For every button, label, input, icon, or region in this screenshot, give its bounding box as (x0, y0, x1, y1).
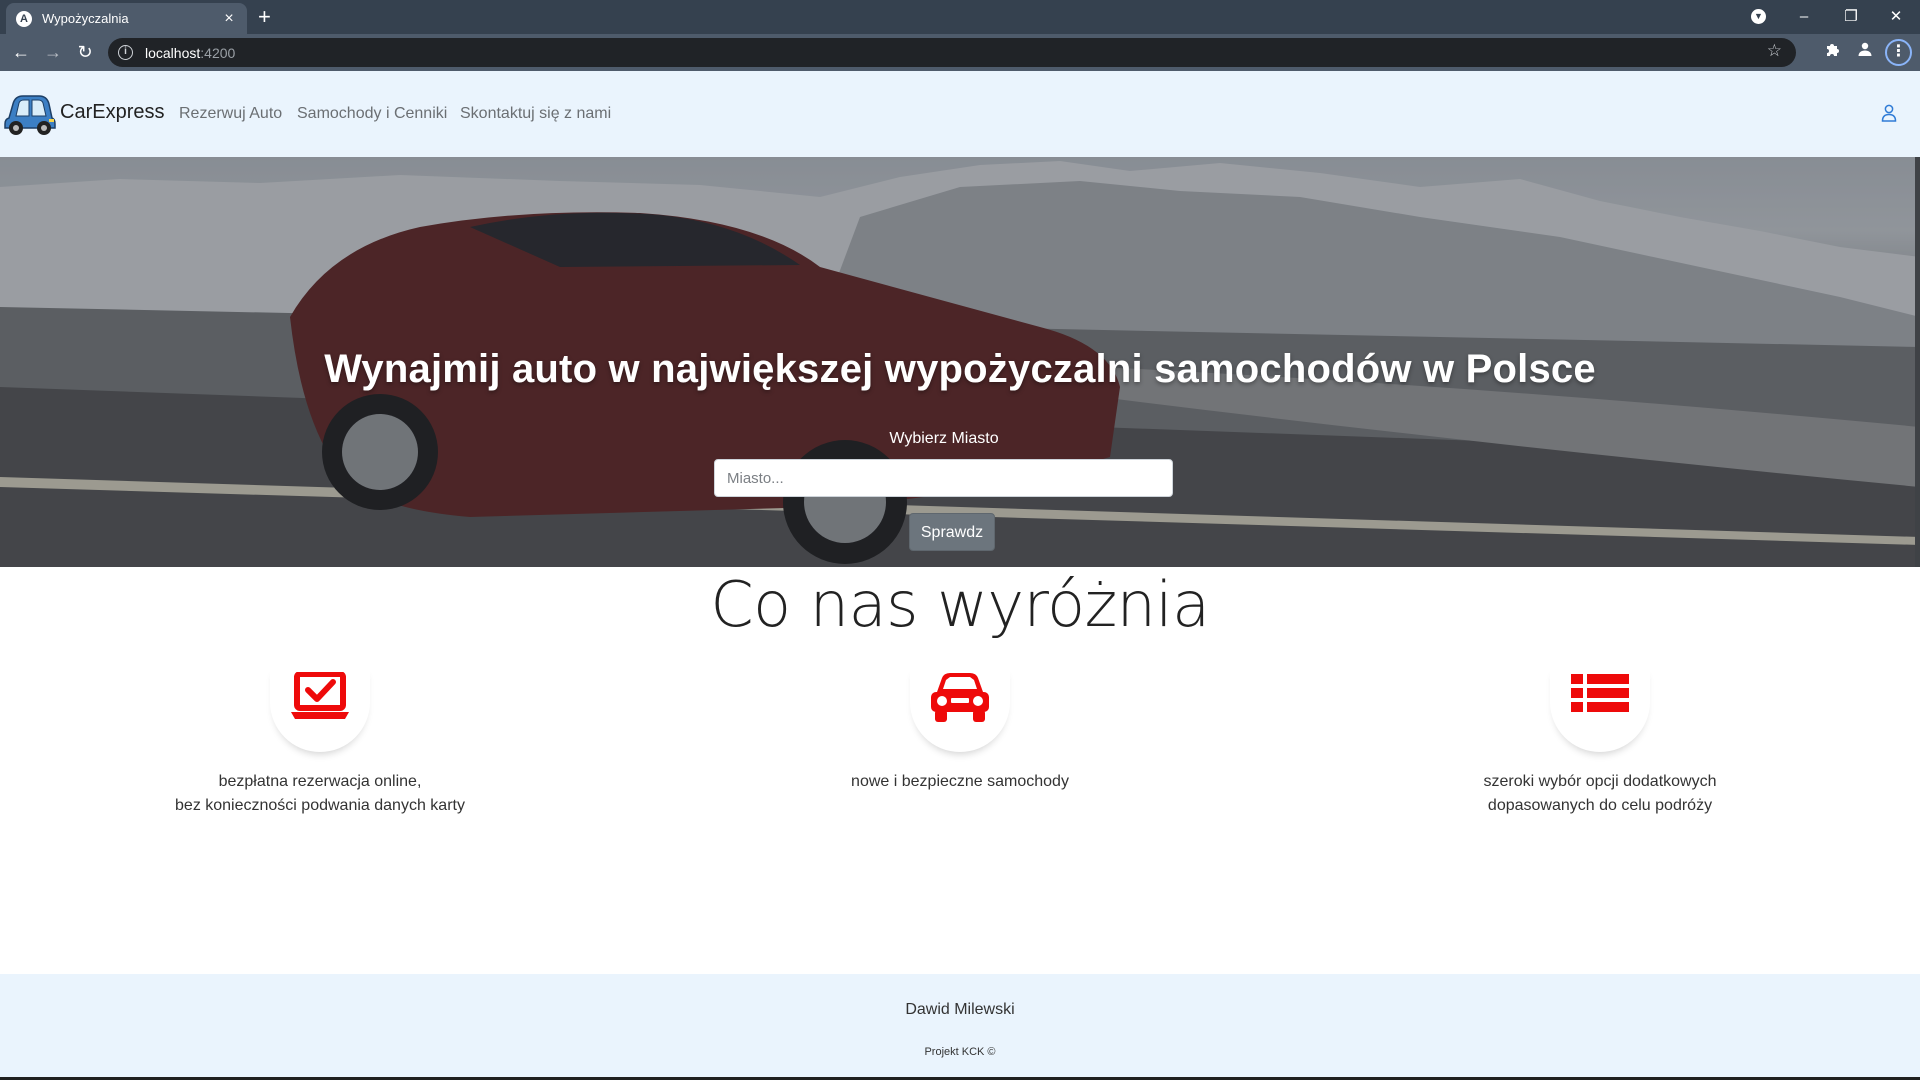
user-icon[interactable] (1881, 104, 1897, 122)
site-info-icon[interactable]: i (118, 45, 133, 60)
city-label: Wybierz Miasto (889, 430, 999, 447)
close-window-icon[interactable]: ✕ (1883, 4, 1909, 30)
restore-icon[interactable]: ❐ (1838, 4, 1864, 30)
feature-extra-options: szeroki wybór opcji dodatkowych dopasowa… (1380, 666, 1820, 818)
feature-line-1: nowe i bezpieczne samochody (851, 773, 1069, 790)
feature-new-cars: nowe i bezpieczne samochody (740, 666, 1180, 794)
feature-text: nowe i bezpieczne samochody (740, 770, 1180, 794)
feature-line-1: bezpłatna rezerwacja online, (218, 773, 422, 790)
address-bar[interactable]: i localhost:4200 ☆ (108, 38, 1796, 67)
footer-author: Dawid Milewski (905, 1001, 1015, 1018)
angular-favicon-icon: A (16, 10, 32, 27)
features-title: Co nas wyróżnia (710, 568, 1210, 641)
feature-icon-circle (270, 666, 370, 752)
extensions-icon[interactable] (1821, 41, 1845, 65)
feature-icon-circle (1550, 666, 1650, 752)
brand-name[interactable]: CarExpress (60, 101, 164, 124)
browser-menu-icon[interactable]: ⋮ (1885, 39, 1912, 66)
hero-title: Wynajmij auto w największej wypożyczalni… (324, 347, 1596, 391)
profile-icon[interactable] (1853, 41, 1877, 65)
feature-online-booking: bezpłatna rezerwacja online, bez koniecz… (100, 666, 540, 818)
feature-text: szeroki wybór opcji dodatkowych dopasowa… (1380, 770, 1820, 818)
feature-line-2: bez konieczności podwania danych karty (175, 797, 465, 814)
nav-link-samochody[interactable]: Samochody i Cenniki (297, 105, 447, 123)
feature-text: bezpłatna rezerwacja online, bez koniecz… (100, 770, 540, 818)
browser-tabstrip: A Wypożyczalnia × + ▼ – ❐ ✕ (0, 0, 1920, 34)
url-port: :4200 (200, 44, 236, 61)
minimize-icon[interactable]: – (1791, 4, 1817, 30)
list-icon (1571, 674, 1629, 712)
url-host: localhost (145, 44, 201, 61)
close-tab-icon[interactable]: × (221, 10, 237, 28)
feature-line-1: szeroki wybór opcji dodatkowych (1483, 773, 1717, 790)
back-icon[interactable]: ← (8, 39, 34, 65)
browser-tab[interactable]: A Wypożyczalnia × (6, 3, 247, 34)
tab-title: Wypożyczalnia (42, 11, 129, 26)
nav-link-rezerwuj[interactable]: Rezerwuj Auto (179, 105, 282, 123)
reload-icon[interactable]: ↻ (72, 39, 98, 65)
footer: Dawid Milewski Projekt KCK © (0, 974, 1920, 1080)
check-button[interactable]: Sprawdz (909, 513, 995, 551)
forward-icon[interactable]: → (40, 39, 66, 65)
new-tab-icon[interactable]: + (258, 5, 271, 29)
feature-icon-circle (910, 666, 1010, 752)
bookmark-star-icon[interactable]: ☆ (1767, 41, 1782, 61)
browser-toolbar: ← → ↻ i localhost:4200 ☆ (0, 34, 1920, 71)
laptop-check-icon (291, 672, 349, 719)
feature-line-2: dopasowanych do celu podróży (1487, 797, 1713, 814)
tab-search-icon[interactable]: ▼ (1751, 9, 1766, 24)
hero-banner: Wynajmij auto w największej wypożyczalni… (0, 157, 1920, 567)
car-logo-icon[interactable] (3, 88, 57, 138)
city-input[interactable] (714, 459, 1173, 497)
nav-link-kontakt[interactable]: Skontaktuj się z nami (460, 105, 611, 123)
car-icon (931, 673, 989, 722)
app-navbar: CarExpress Rezerwuj Auto Samochody i Cen… (0, 71, 1920, 157)
footer-project: Projekt KCK © (924, 1046, 996, 1058)
